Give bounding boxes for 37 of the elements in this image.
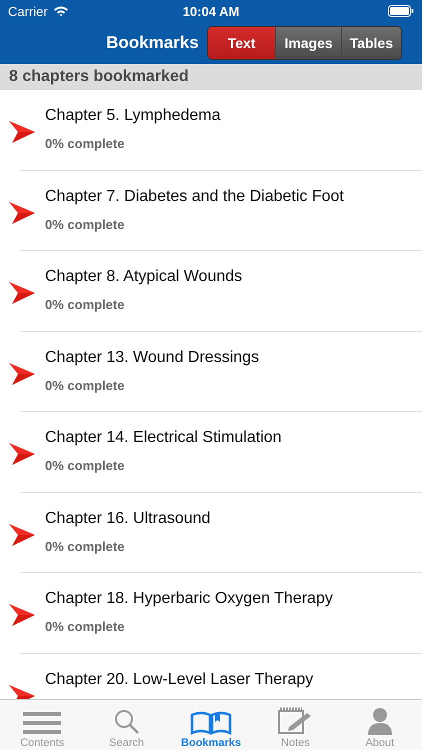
- progress-text: 0% complete: [45, 458, 126, 473]
- progress-text: 0% complete: [45, 619, 126, 634]
- arrowhead-icon: [9, 524, 35, 546]
- arrowhead-icon: [9, 443, 35, 465]
- notepad-pen-icon: [277, 707, 314, 735]
- tab-bar-item[interactable]: Bookmarks: [168, 700, 254, 750]
- segment-tab[interactable]: Tables: [340, 27, 401, 59]
- progress-text: 0% complete: [45, 378, 126, 392]
- arrowhead-icon: [9, 121, 35, 143]
- status-time: 10:04 AM: [182, 4, 240, 18]
- arrowhead-icon: [9, 282, 35, 304]
- progress-text: 0% complete: [45, 136, 126, 151]
- chapter-title[interactable]: Chapter 14. Electrical Stimulation: [45, 429, 282, 447]
- chapter-title[interactable]: Chapter 20. Low-Level Laser Therapy: [45, 670, 314, 688]
- progress-text: 0% complete: [45, 297, 126, 312]
- chapter-title[interactable]: Chapter 8. Atypical Wounds: [45, 268, 242, 286]
- search-icon: [114, 709, 140, 735]
- chapter-title[interactable]: Chapter 18. Hyperbaric Oxygen Therapy: [45, 590, 333, 608]
- chapter-title[interactable]: Chapter 7. Diabetes and the Diabetic Foot: [45, 188, 344, 206]
- wifi-icon: [52, 5, 69, 17]
- progress-text: 0% complete: [45, 538, 126, 554]
- arrowhead-icon: [9, 604, 35, 626]
- person-icon: [368, 707, 392, 735]
- menu-icon: [23, 711, 62, 735]
- arrowhead-icon: [9, 202, 35, 224]
- segment-tab[interactable]: Images: [275, 27, 341, 59]
- chapter-title[interactable]: Chapter 16. Ultrasound: [45, 510, 210, 528]
- segment-tab[interactable]: Text: [208, 27, 276, 59]
- carrier-name: Carrier: [8, 4, 48, 18]
- nav-title: Bookmarks: [106, 33, 199, 53]
- arrowhead-icon: [9, 362, 35, 384]
- chapter-title[interactable]: Chapter 13. Wound Dressings: [45, 348, 260, 366]
- chapter-title[interactable]: Chapter 5. Lymphedema: [45, 107, 221, 125]
- battery-icon: [388, 5, 414, 17]
- header-text: 8 chapters bookmarked: [9, 68, 189, 86]
- progress-text: 0% complete: [45, 216, 126, 232]
- open-book-icon: [190, 711, 232, 735]
